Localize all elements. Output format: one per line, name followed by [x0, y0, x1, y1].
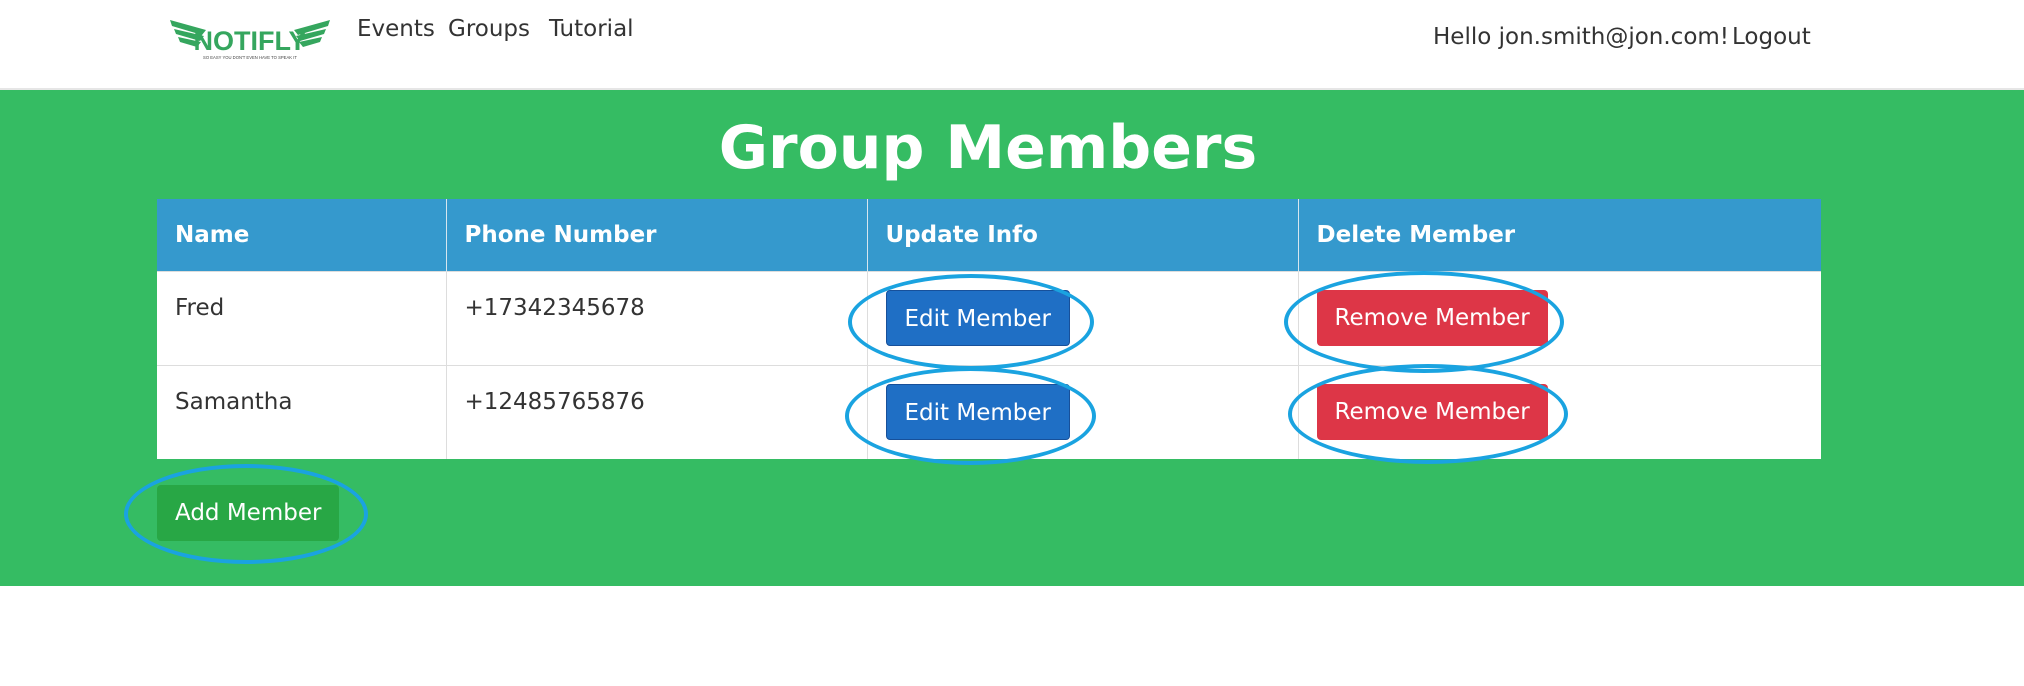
table-header-row: Name Phone Number Update Info Delete Mem…	[157, 199, 1821, 271]
member-name-cell: Fred	[157, 270, 447, 365]
member-phone: +17342345678	[464, 295, 645, 321]
edit-member-button[interactable]: Edit Member	[885, 290, 1070, 346]
table-row: Fred +17342345678 Edit Member Remove Mem…	[157, 270, 1821, 365]
brand-text: NOTIFLY	[193, 26, 306, 56]
member-phone-cell: +17342345678	[446, 270, 868, 365]
edit-member-button[interactable]: Edit Member	[885, 384, 1070, 441]
delete-cell: Remove Member	[1298, 270, 1821, 365]
nav-link-events[interactable]: Events	[357, 16, 435, 42]
header-update-info: Update Info	[867, 199, 1299, 271]
delete-cell: Remove Member	[1298, 364, 1821, 459]
member-phone: +12485765876	[464, 389, 645, 416]
header-name: Name	[157, 199, 447, 271]
member-phone-cell: +12485765876	[446, 364, 868, 459]
main-content: Group Members Name Phone Number Update I…	[0, 90, 2024, 586]
header-phone-number: Phone Number	[446, 199, 868, 271]
page-title: Group Members	[718, 113, 1258, 183]
update-cell: Edit Member	[867, 364, 1299, 459]
update-cell: Edit Member	[867, 270, 1299, 365]
nav-link-tutorial[interactable]: Tutorial	[549, 16, 634, 42]
header-delete-member: Delete Member	[1298, 199, 1821, 271]
user-greeting: Hello jon.smith@jon.com!	[1433, 24, 1730, 50]
add-member-button[interactable]: Add Member	[157, 485, 340, 541]
remove-member-button[interactable]: Remove Member	[1316, 290, 1548, 346]
members-table: Name Phone Number Update Info Delete Mem…	[157, 199, 1821, 459]
notifly-logo[interactable]: NOTIFLY SO EASY YOU DON'T EVEN HAVE TO S…	[168, 14, 332, 64]
brand-tagline: SO EASY YOU DON'T EVEN HAVE TO SPEAK IT	[203, 55, 297, 60]
logout-link[interactable]: Logout	[1732, 24, 1811, 50]
remove-member-button[interactable]: Remove Member	[1316, 384, 1548, 441]
member-name: Fred	[175, 295, 225, 321]
member-name-cell: Samantha	[157, 364, 447, 459]
add-member-wrap: Add Member	[157, 485, 340, 541]
nav-link-groups[interactable]: Groups	[448, 16, 530, 42]
member-name: Samantha	[175, 389, 293, 416]
navbar: NOTIFLY SO EASY YOU DON'T EVEN HAVE TO S…	[0, 0, 2024, 90]
table-row: Samantha +12485765876 Edit Member Remove…	[157, 364, 1821, 459]
